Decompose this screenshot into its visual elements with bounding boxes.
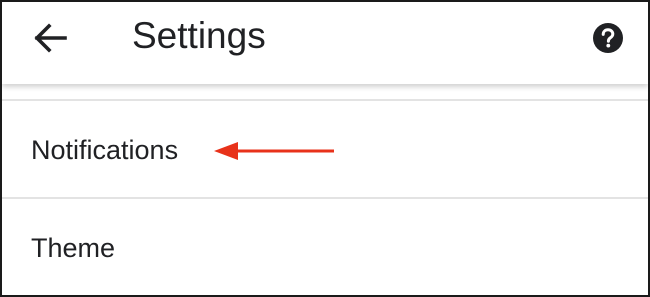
settings-screen: Settings Notifications Theme xyxy=(0,0,650,297)
annotation-arrow-icon xyxy=(214,142,334,160)
setting-item-theme[interactable]: Theme xyxy=(2,199,648,295)
app-bar: Settings xyxy=(2,2,648,84)
setting-item-label: Theme xyxy=(31,233,116,263)
help-button[interactable] xyxy=(584,14,632,62)
back-button[interactable] xyxy=(24,16,76,60)
arrow-back-icon xyxy=(34,23,67,53)
page-title: Settings xyxy=(132,15,266,56)
help-circle-icon xyxy=(593,23,623,53)
setting-item-label: Notifications xyxy=(31,135,179,165)
